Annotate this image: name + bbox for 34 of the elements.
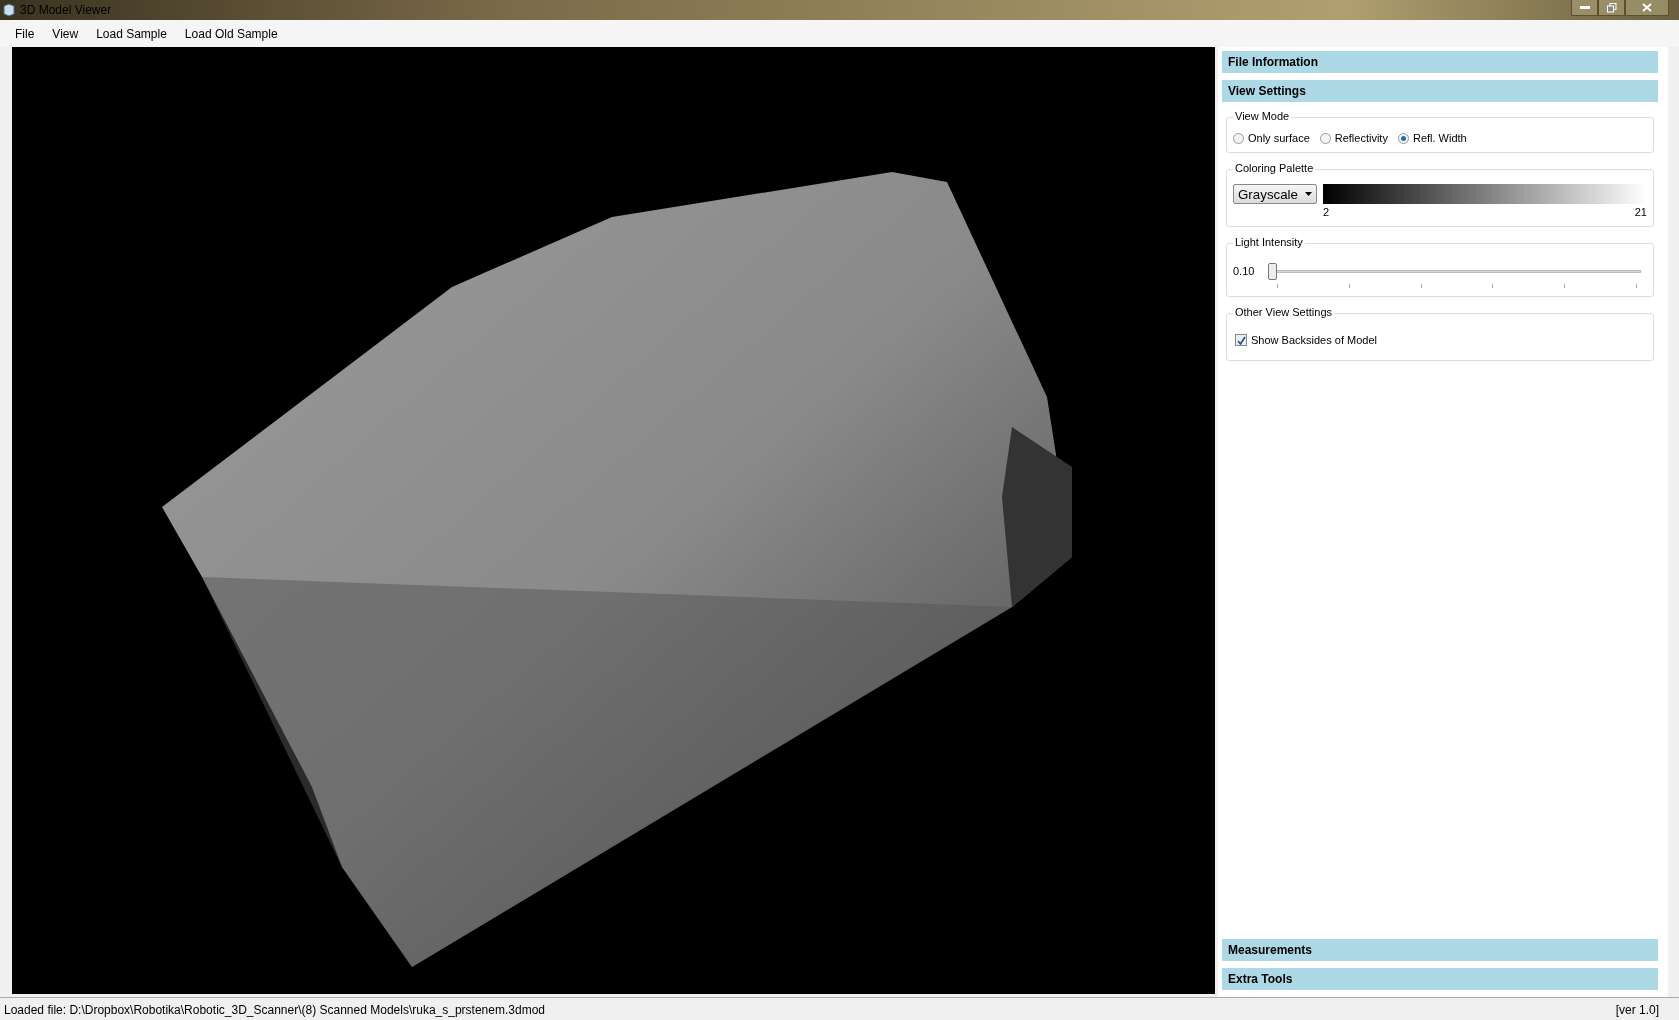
group-title: Other View Settings [1233,306,1334,318]
scan-render-drawing[interactable] [12,47,1215,994]
close-icon [1642,3,1652,12]
caret-icon [1305,192,1312,196]
slider-thumb[interactable] [1268,262,1278,280]
palette-dropdown[interactable]: Grayscale [1233,184,1317,204]
window-title: 3D Model Viewer [20,3,113,17]
minimize-button[interactable] [1571,0,1598,16]
menu-item[interactable]: Load Sample [87,24,176,43]
group-title: Coloring Palette [1233,162,1316,174]
radio-button[interactable]: Refl. Width [1397,132,1467,144]
minimize-icon [1579,5,1590,10]
section-header[interactable]: View Settings [1222,80,1658,102]
restore-button[interactable] [1598,0,1625,16]
palette-max-label: 21 [1634,206,1647,218]
menu-item[interactable]: File [6,24,44,43]
group-title: View Mode [1233,110,1292,122]
checkbox[interactable]: Show Backsides of Model [1235,334,1377,346]
restore-icon [1606,2,1617,13]
radio-button[interactable]: Reflectivity [1319,132,1388,144]
cube-icon [2,3,16,17]
slider-reading: 0.10 [1233,265,1255,277]
status-text: Loaded file: D:\Dropbox\Robotika\Robotic_3D_Scanner\(8) Scanned Models\ruka_s_prstenem.3dmod [4,1002,545,1017]
section-header[interactable]: Measurements [1222,939,1658,961]
menu-item[interactable]: View [43,24,88,43]
group-title: Light Intensity [1233,236,1305,248]
close-button[interactable] [1625,0,1669,16]
section-header[interactable]: Extra Tools [1222,968,1658,990]
palette-min-label: 2 [1323,206,1330,218]
section-header[interactable]: File Information [1222,51,1658,73]
radio-button[interactable]: Only surface [1233,132,1310,144]
menu-item[interactable]: Load Old Sample [175,24,287,43]
version-label: [ver 1.0] [1615,1002,1659,1017]
slider-track[interactable] [1268,262,1641,280]
